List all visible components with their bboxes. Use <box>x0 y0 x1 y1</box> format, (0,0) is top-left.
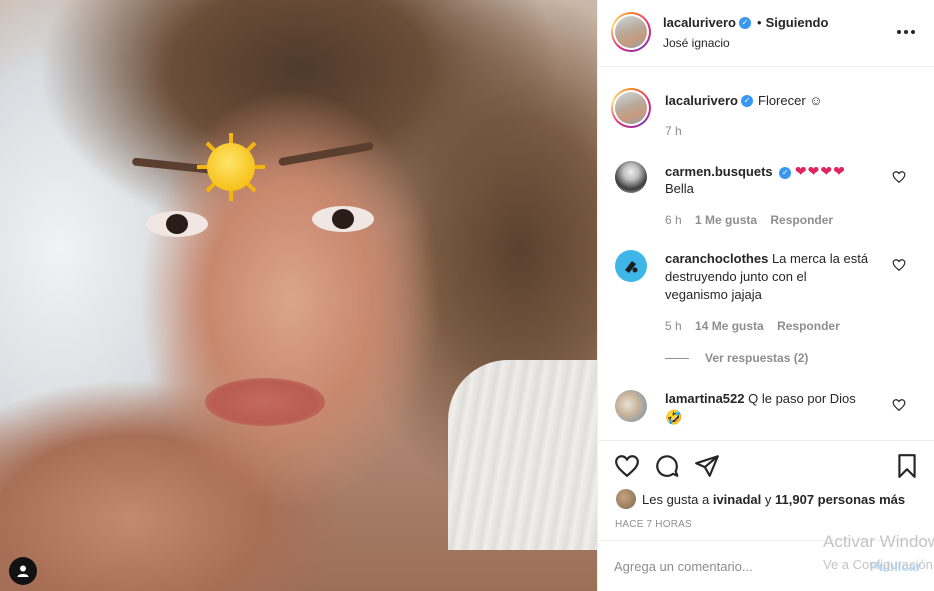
author-username[interactable]: lacalurivero <box>663 15 736 30</box>
sun-sticker <box>197 133 265 201</box>
share-send-icon[interactable] <box>694 453 720 479</box>
photo-brow-right <box>278 141 374 167</box>
post-side-panel: lacalurivero ✓ • Siguiendo José ignacio … <box>597 0 934 591</box>
comment-emoji: 🤣 <box>665 409 683 425</box>
comment-time[interactable]: 5 h <box>665 319 682 333</box>
comment-username[interactable]: caranchoclothes <box>665 251 768 266</box>
view-replies-button[interactable]: Ver respuestas (2) <box>705 351 808 365</box>
comment-avatar[interactable] <box>615 390 647 422</box>
comment-text-line: La merca la está <box>771 251 869 266</box>
comment-time[interactable]: 6 h <box>665 213 682 227</box>
tagged-user-icon[interactable] <box>9 557 37 585</box>
like-heart-icon[interactable] <box>614 453 640 479</box>
comment-meta: 6 h 1 Me gusta Responder <box>665 213 843 227</box>
author-avatar[interactable] <box>611 12 651 52</box>
comment-text: Q le paso por Dios <box>748 391 856 406</box>
location-link[interactable]: José ignacio <box>663 36 730 50</box>
verified-badge-icon: ✓ <box>779 166 792 179</box>
comment-username[interactable]: lamartina522 <box>665 391 745 406</box>
comment-hearts: ❤❤❤❤ <box>794 163 846 179</box>
comment-row: lamartina522 Q le paso por Dios <box>665 390 856 408</box>
liker-avatar[interactable] <box>616 489 636 509</box>
comment-avatar[interactable] <box>615 161 647 193</box>
comment-likes[interactable]: 1 Me gusta <box>695 213 757 227</box>
comments-list[interactable]: lacalurivero ✓ Florecer ☺ 7 h carmen.bus… <box>598 68 934 440</box>
caption: lacalurivero ✓ Florecer ☺ <box>665 93 823 108</box>
comment-text-line: veganismo jajaja <box>665 287 762 302</box>
save-bookmark-icon[interactable] <box>894 453 920 479</box>
more-options-icon[interactable] <box>896 24 916 40</box>
action-bar: Les gusta a ivinadal y 11,907 personas m… <box>598 440 934 540</box>
post-photo[interactable] <box>0 0 597 591</box>
post-header: lacalurivero ✓ • Siguiendo José ignacio <box>598 0 934 67</box>
reply-button[interactable]: Responder <box>770 213 833 227</box>
likes-summary: Les gusta a ivinadal y 11,907 personas m… <box>616 489 905 509</box>
post-time[interactable]: HACE 7 HORAS <box>615 519 692 530</box>
likes-count[interactable]: 11,907 personas más <box>775 492 905 507</box>
caption-avatar[interactable] <box>611 88 651 128</box>
photo-shirt <box>448 360 597 550</box>
replies-divider <box>665 358 689 359</box>
like-comment-heart-icon[interactable] <box>892 398 906 412</box>
windows-activation-subtext: Ve a Configuración <box>823 557 933 572</box>
caption-time[interactable]: 7 h <box>665 124 682 138</box>
reply-button[interactable]: Responder <box>777 319 840 333</box>
verified-badge-icon: ✓ <box>739 16 751 29</box>
comment-text-line: destruyendo junto con el <box>665 269 807 284</box>
likes-prefix: Les gusta a <box>642 491 710 507</box>
like-comment-heart-icon[interactable] <box>892 258 906 272</box>
windows-activation-watermark: Activar Windows <box>823 532 934 551</box>
photo-eye-left <box>146 211 208 237</box>
caption-username[interactable]: lacalurivero <box>665 93 738 108</box>
likes-mid: y <box>764 491 772 507</box>
comment-text: Bella <box>665 181 694 196</box>
verified-badge-icon: ✓ <box>741 94 753 107</box>
comment-input[interactable] <box>614 555 844 577</box>
header-separator: • <box>757 15 762 30</box>
photo-lips <box>205 378 325 426</box>
comment-meta: 5 h 14 Me gusta Responder <box>665 319 850 333</box>
comment-username[interactable]: carmen.busquets <box>665 164 773 179</box>
photo-eye-right <box>312 206 374 232</box>
comment-row: carmen.busquets ✓ ❤❤❤❤ <box>665 162 846 181</box>
like-comment-heart-icon[interactable] <box>892 170 906 184</box>
following-button[interactable]: Siguiendo <box>766 15 829 30</box>
comment-bubble-icon[interactable] <box>654 453 680 479</box>
caption-text: Florecer ☺ <box>758 93 823 108</box>
comment-likes[interactable]: 14 Me gusta <box>695 319 764 333</box>
liker-username[interactable]: ivinadal <box>713 492 761 507</box>
comment-text: caranchoclothes La merca la está destruy… <box>665 250 895 304</box>
comment-avatar[interactable] <box>615 250 647 282</box>
